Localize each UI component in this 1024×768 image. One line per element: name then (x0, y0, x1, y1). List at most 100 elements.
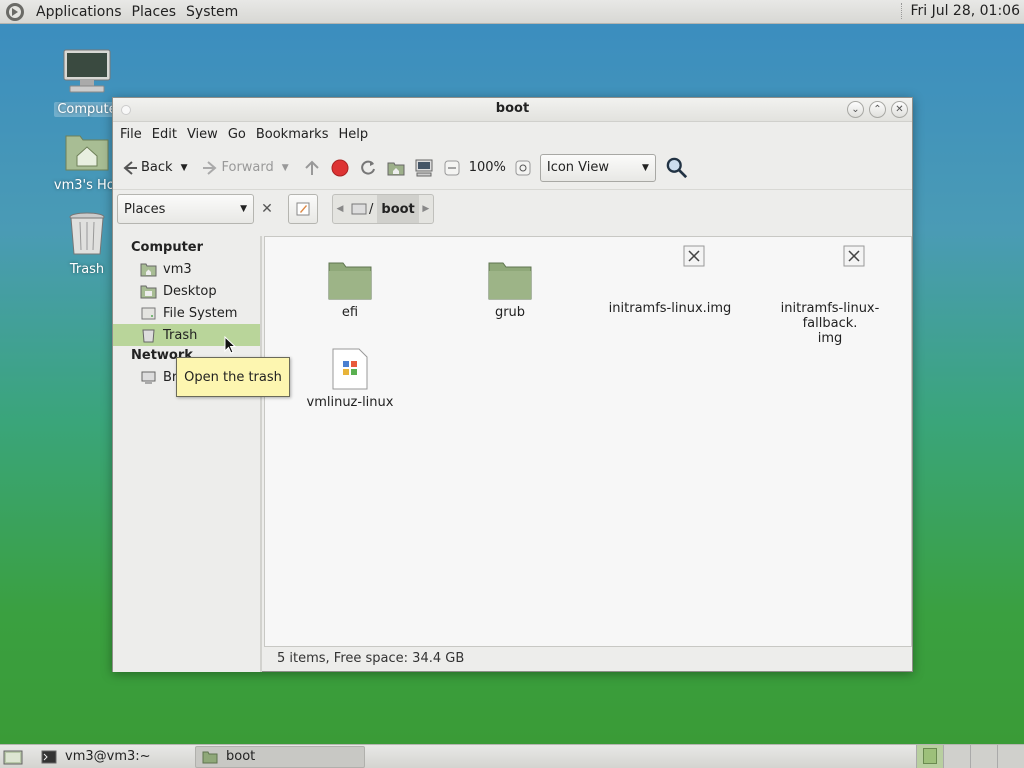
desktop-icon-label: Compute (54, 102, 120, 117)
status-bar: 5 items, Free space: 34.4 GB (277, 651, 465, 666)
zoom-out-icon[interactable] (441, 157, 463, 179)
home-icon[interactable] (385, 157, 407, 179)
location-bar: Places ▼ ✕ ◀ / boot ▶ (113, 190, 912, 228)
chevron-down-icon: ▼ (641, 162, 649, 173)
desktop-folder-icon (140, 285, 157, 298)
up-arrow-icon[interactable] (301, 157, 323, 179)
file-item[interactable]: vmlinuz-linux (275, 347, 425, 410)
menu-edit[interactable]: Edit (147, 127, 182, 142)
back-history-dropdown-icon[interactable]: ▼ (181, 163, 188, 173)
computer-icon (63, 49, 111, 93)
file-item[interactable]: efi (275, 259, 425, 320)
terminal-icon (41, 750, 57, 763)
pencil-icon (296, 202, 310, 216)
show-desktop-icon[interactable] (3, 748, 23, 766)
reload-icon[interactable] (357, 157, 379, 179)
view-mode-value: Icon View (546, 160, 610, 175)
forward-button[interactable]: Forward ▼ (199, 157, 294, 179)
back-button[interactable]: Back ▼ (119, 157, 193, 179)
places-label: Places (124, 201, 166, 217)
folder-icon (202, 751, 218, 763)
sidebar-item-label: Desktop (163, 283, 217, 299)
chevron-down-icon: ▼ (240, 204, 247, 214)
file-label: initramfs-linux.img (608, 301, 732, 316)
file-item[interactable]: grub (435, 259, 585, 320)
drive-icon (351, 203, 367, 215)
titlebar[interactable]: boot ⌄ ⌃ ✕ (113, 98, 912, 122)
tooltip: Open the trash (176, 357, 290, 397)
forward-label: Forward (221, 160, 274, 175)
back-arrow-icon (119, 157, 141, 179)
sidebar-item-label: vm3 (163, 261, 192, 277)
path-bar: ◀ / boot ▶ (332, 194, 434, 224)
mouse-cursor-icon (224, 336, 236, 354)
mate-logo-icon[interactable] (5, 2, 25, 22)
workspace-1[interactable] (916, 745, 943, 768)
path-current-button[interactable]: boot (377, 195, 419, 223)
zoom-in-icon[interactable] (512, 157, 534, 179)
edit-location-button[interactable] (288, 194, 318, 224)
folder-icon (328, 262, 372, 300)
taskbar-terminal[interactable]: vm3@vm3:~ (35, 746, 195, 768)
forward-history-dropdown-icon[interactable]: ▼ (282, 163, 289, 173)
toolbar: Back ▼ Forward ▼ 100% Icon View ▼ (113, 146, 912, 190)
menu-bookmarks[interactable]: Bookmarks (251, 127, 334, 142)
home-folder-icon (140, 263, 157, 276)
file-item[interactable]: initramfs-linux-fallback. img (755, 245, 905, 346)
workspace-3[interactable] (970, 745, 997, 768)
file-view[interactable]: efi grub initramfs-linux.img initramfs-l… (264, 236, 912, 647)
menu-help[interactable]: Help (333, 127, 373, 142)
workspace-switcher (916, 745, 1024, 768)
workspace-4[interactable] (997, 745, 1024, 768)
system-menu[interactable]: System (181, 4, 243, 20)
network-icon (141, 371, 156, 384)
search-icon[interactable] (666, 157, 688, 179)
view-mode-select[interactable]: Icon View ▼ (539, 153, 656, 182)
file-label: initramfs-linux-fallback. img (780, 301, 880, 346)
sidebar-places-select[interactable]: Places ▼ (117, 194, 254, 224)
home-folder-icon (65, 135, 109, 171)
sidebar-item-label: File System (163, 305, 238, 321)
path-current-label: boot (381, 201, 415, 217)
path-scroll-left-icon[interactable]: ◀ (333, 204, 347, 214)
task-label: vm3@vm3:~ (65, 749, 151, 764)
workspace-2[interactable] (943, 745, 970, 768)
path-root-button[interactable]: / (347, 195, 377, 223)
drive-icon (141, 307, 156, 319)
sidebar-item-label: Trash (163, 327, 198, 343)
folder-icon (488, 262, 532, 300)
sidebar-item-filesystem[interactable]: File System (113, 302, 260, 324)
menu-go[interactable]: Go (223, 127, 251, 142)
stop-icon[interactable] (329, 157, 351, 179)
minimize-button[interactable]: ⌄ (847, 101, 864, 118)
forward-arrow-icon (199, 157, 221, 179)
close-button[interactable]: ✕ (891, 101, 908, 118)
places-menu[interactable]: Places (127, 4, 182, 20)
taskbar-boot[interactable]: boot (195, 745, 365, 768)
close-sidebar-icon[interactable]: ✕ (256, 201, 278, 217)
clock[interactable]: Fri Jul 28, 01:06 (901, 3, 1020, 19)
bottom-panel: vm3@vm3:~ boot (0, 744, 1024, 768)
trash-icon (69, 212, 105, 255)
sidebar-item-desktop[interactable]: Desktop (113, 280, 260, 302)
maximize-button[interactable]: ⌃ (869, 101, 886, 118)
back-label: Back (141, 160, 173, 175)
sidebar-item-vm3[interactable]: vm3 (113, 258, 260, 280)
file-label: grub (494, 305, 526, 320)
file-label: vmlinuz-linux (306, 395, 394, 410)
path-scroll-right-icon[interactable]: ▶ (419, 204, 433, 214)
zoom-level[interactable]: 100% (469, 160, 506, 175)
top-panel: Applications Places System Fri Jul 28, 0… (0, 0, 1024, 24)
menu-view[interactable]: View (182, 127, 223, 142)
broken-image-icon (843, 245, 865, 267)
task-label: boot (226, 749, 256, 764)
applications-menu[interactable]: Applications (31, 4, 127, 20)
file-item[interactable]: initramfs-linux.img (595, 245, 745, 316)
broken-image-icon (683, 245, 705, 267)
desktop-icon-label: Trash (69, 262, 105, 277)
sidebar-item-trash[interactable]: Trash (113, 324, 260, 346)
trash-icon (142, 329, 155, 342)
menu-file[interactable]: File (115, 127, 147, 142)
computer-icon[interactable] (413, 157, 435, 179)
sidebar-header-computer: Computer (131, 240, 204, 255)
